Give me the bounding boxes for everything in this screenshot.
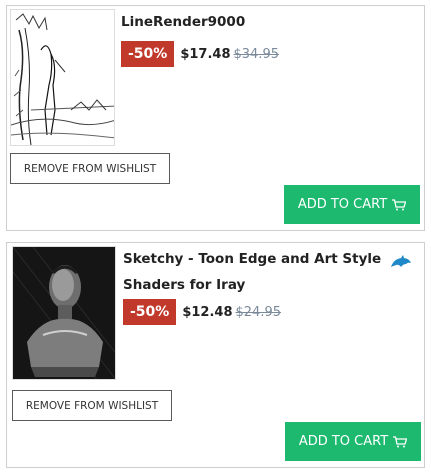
sale-price: $12.48 [182, 304, 233, 320]
price-row: -50% $12.48 $24.95 [123, 299, 281, 325]
add-to-cart-button[interactable]: ADD TO CART [284, 185, 420, 224]
add-to-cart-label: ADD TO CART [297, 197, 388, 212]
wishlist-item-card: LineRender9000 -50% $17.48 $34.95 REMOVE… [6, 5, 425, 231]
remove-from-wishlist-button[interactable]: REMOVE FROM WISHLIST [10, 153, 170, 184]
line-art-figure-thumbnail [11, 10, 114, 145]
discount-badge: -50% [121, 41, 175, 67]
product-thumbnail[interactable] [10, 9, 115, 146]
add-to-cart-button[interactable]: ADD TO CART [285, 422, 421, 461]
original-price: $24.95 [235, 304, 282, 320]
remove-button-label: REMOVE FROM WISHLIST [23, 162, 157, 175]
sale-price: $17.48 [180, 46, 231, 62]
dolphin-icon [391, 255, 411, 267]
price-row: -50% $17.48 $34.95 [121, 41, 279, 67]
product-title[interactable]: LineRender9000 [121, 9, 411, 35]
add-to-cart-label: ADD TO CART [298, 434, 389, 449]
cart-icon [393, 435, 408, 447]
remove-button-label: REMOVE FROM WISHLIST [25, 399, 159, 412]
original-price: $34.95 [233, 46, 280, 62]
discount-badge: -50% [123, 299, 177, 325]
remove-from-wishlist-button[interactable]: REMOVE FROM WISHLIST [12, 390, 172, 421]
wishlist-item-card: Sketchy - Toon Edge and Art Style Shader… [6, 242, 425, 468]
sketch-bust-thumbnail [13, 247, 115, 379]
cart-icon [392, 198, 407, 210]
product-title[interactable]: Sketchy - Toon Edge and Art Style Shader… [123, 246, 385, 298]
product-thumbnail[interactable] [12, 246, 116, 380]
